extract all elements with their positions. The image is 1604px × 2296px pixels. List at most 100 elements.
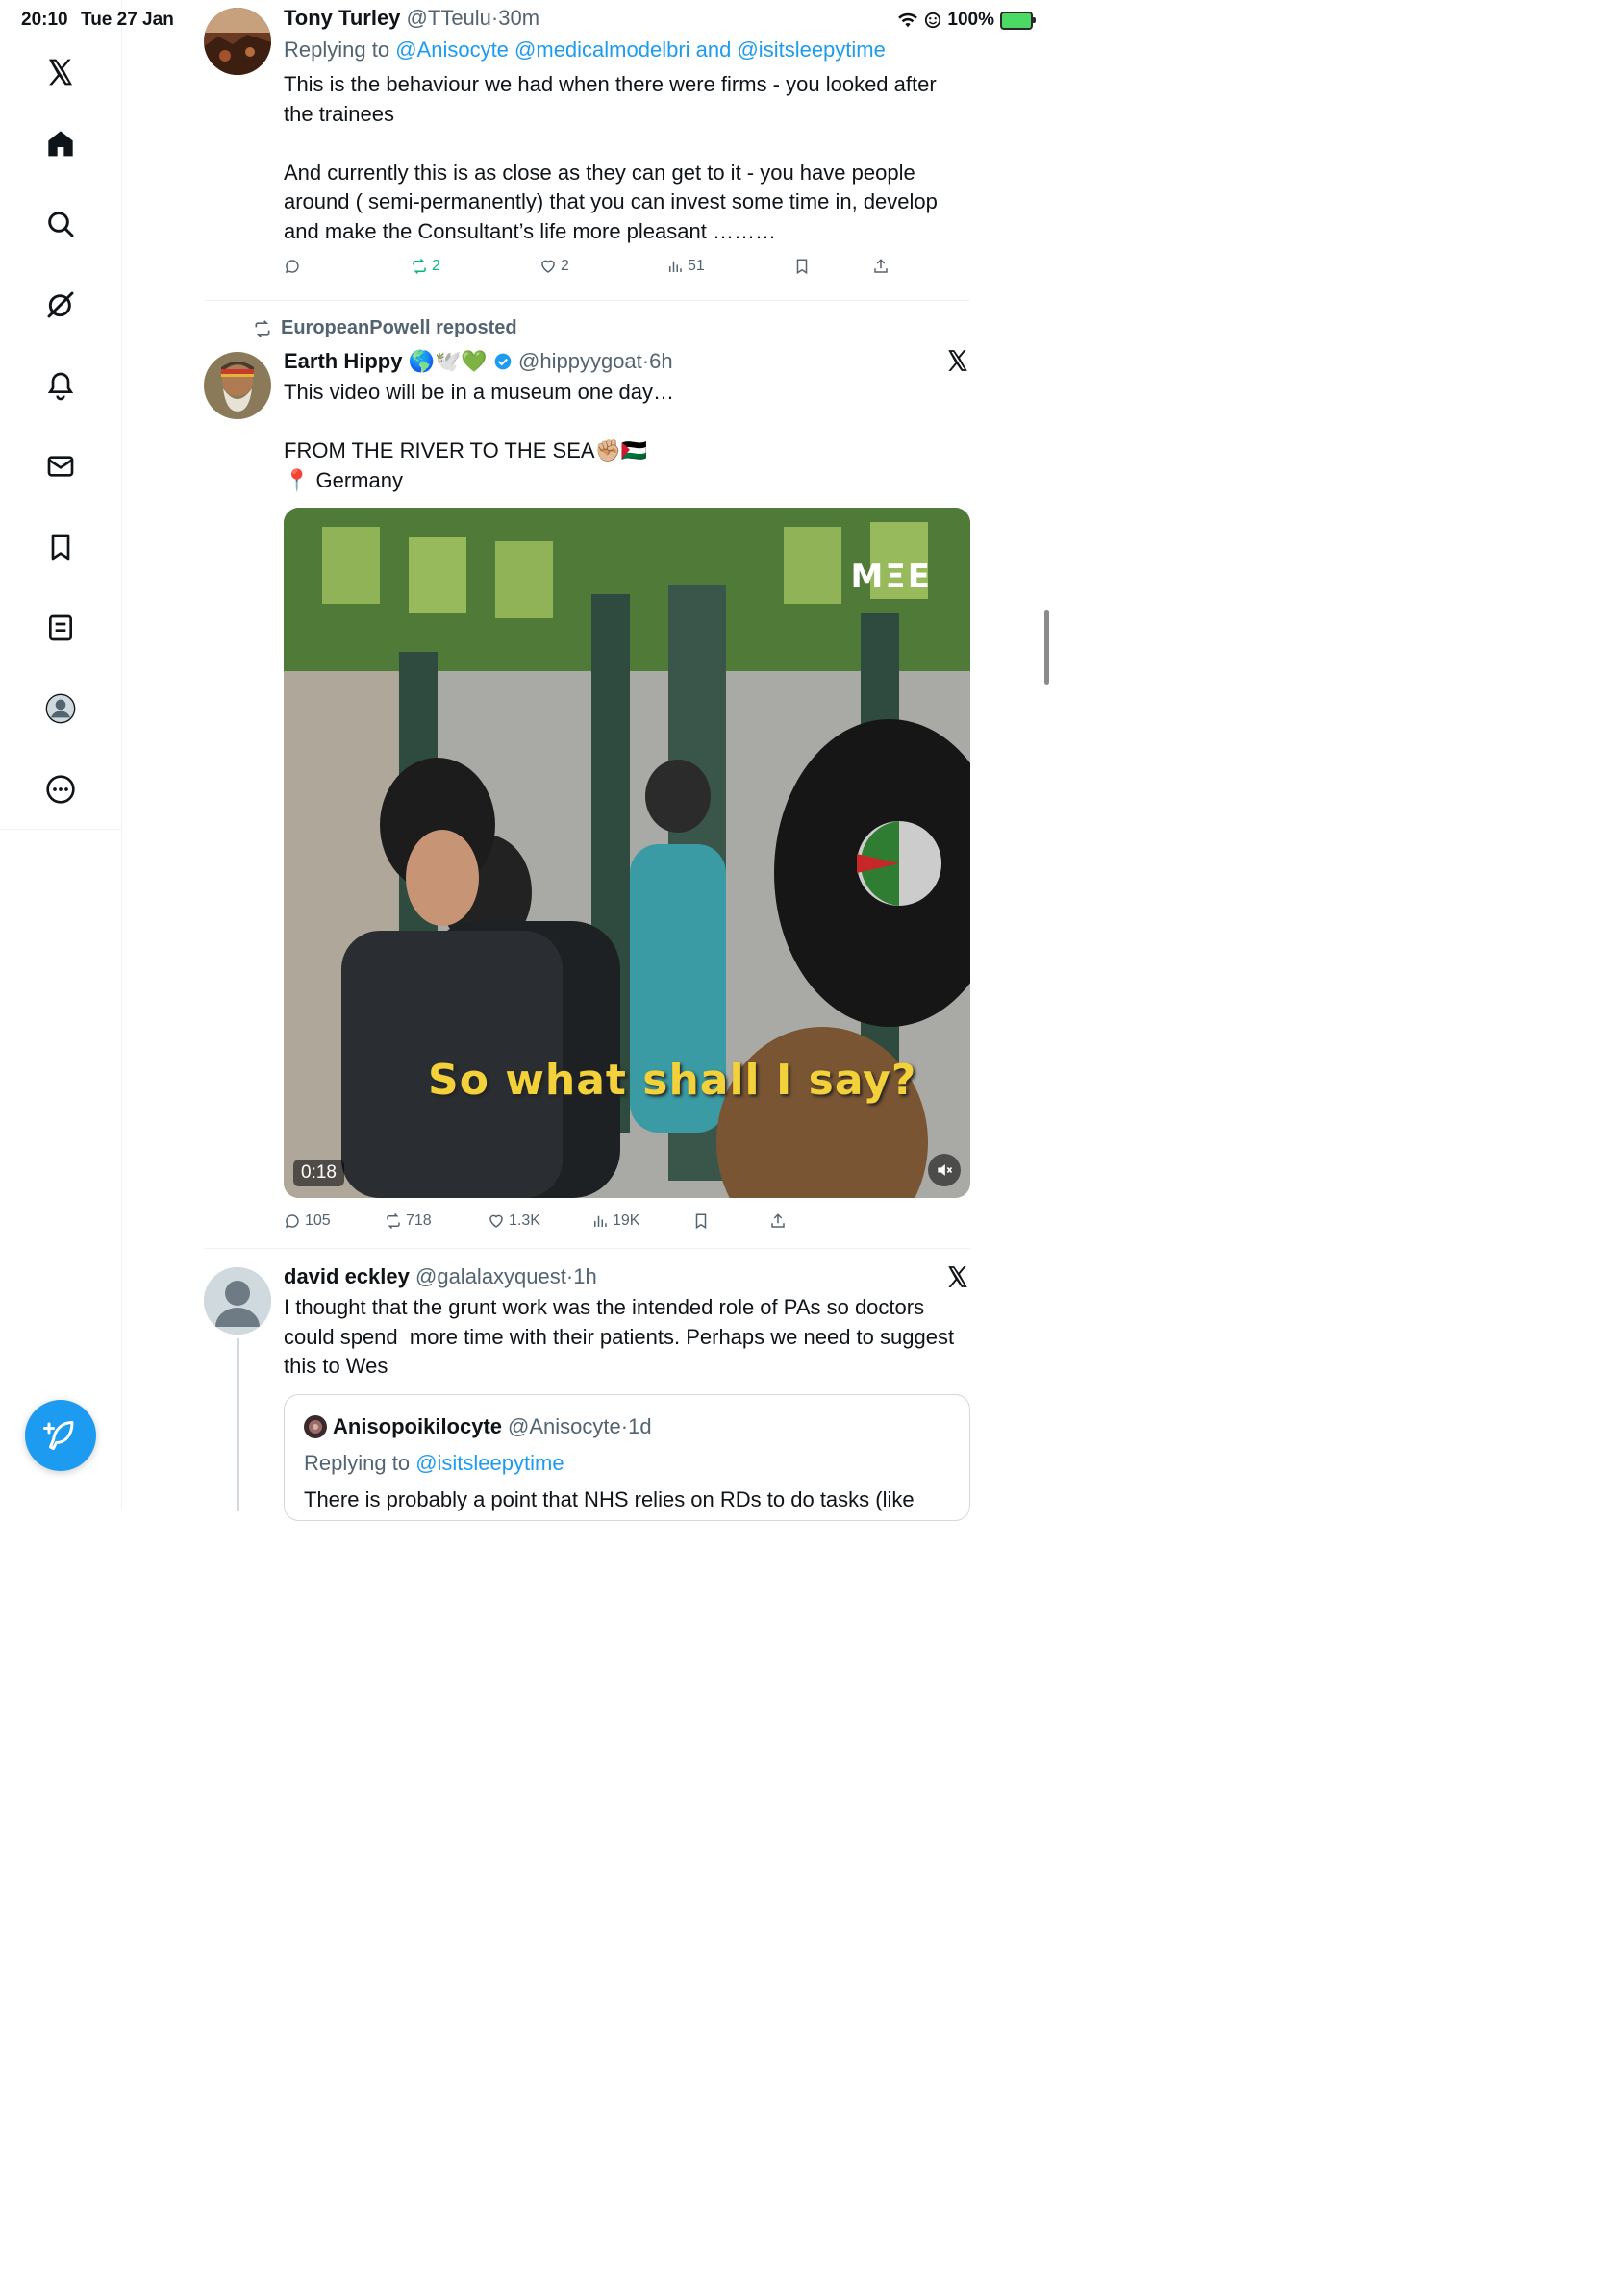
repost-icon <box>387 1212 400 1230</box>
like-count: 1.3K <box>509 1212 540 1229</box>
view-count: 19K <box>613 1212 640 1229</box>
thread-line <box>237 1338 239 1511</box>
author-handle[interactable]: @hippyygoat <box>518 349 642 373</box>
bookmark-icon <box>695 1213 707 1230</box>
reply-count: 105 <box>305 1212 331 1229</box>
reply-icon <box>285 1214 299 1229</box>
grok-icon <box>47 291 74 318</box>
tweet-content: david eckley @galalaxyquest·1h I thought… <box>284 1262 970 1382</box>
more-icon <box>46 775 75 804</box>
repost-button[interactable]: 718 <box>385 1212 432 1230</box>
sidebar-item-home[interactable] <box>42 125 79 162</box>
quoted-tweet-header: Anisopoikilocyte @Anisocyte·1d <box>304 1412 652 1441</box>
status-right: 100% <box>897 10 1036 31</box>
avatar[interactable] <box>204 352 271 419</box>
reply-prefix: Replying to <box>284 37 390 62</box>
tweet-header: david eckley @galalaxyquest·1h <box>284 1262 970 1291</box>
scrollbar[interactable] <box>1044 610 1049 685</box>
separator-dot: · <box>620 1414 629 1438</box>
profile-avatar-icon <box>45 693 76 724</box>
tweet-text: This is the behaviour we had when there … <box>284 72 938 243</box>
repost-button[interactable]: 2 <box>411 258 440 275</box>
repost-count: 2 <box>432 258 440 274</box>
share-button[interactable] <box>872 258 890 275</box>
sidebar-item-lists[interactable] <box>42 610 79 646</box>
timestamp[interactable]: 1h <box>573 1264 596 1288</box>
quoted-author-name[interactable]: Anisopoikilocyte <box>333 1412 502 1441</box>
reply-context: Replying to @Anisocyte @medicalmodelbri … <box>284 36 970 64</box>
quoted-timestamp: 1d <box>628 1414 652 1438</box>
timestamp[interactable]: 6h <box>649 349 672 373</box>
share-icon <box>874 259 888 273</box>
like-count: 2 <box>561 258 569 274</box>
views-button[interactable]: 51 <box>666 258 705 275</box>
tweet-text: I thought that the grunt work was the in… <box>284 1295 961 1378</box>
name-emojis: 🌎🕊️💚 <box>408 349 488 373</box>
heart-icon <box>541 260 555 273</box>
video-watermark: MΞE <box>850 558 932 596</box>
bookmark-icon <box>796 259 808 275</box>
sidebar-item-bookmarks[interactable] <box>42 529 79 565</box>
reply-button[interactable] <box>284 258 305 275</box>
sidebar-item-more[interactable] <box>42 771 79 808</box>
sidebar-item-notifications[interactable] <box>42 367 79 404</box>
heart-icon <box>489 1214 503 1228</box>
sidebar <box>0 0 122 1508</box>
reply-mentions[interactable]: @isitsleepytime <box>415 1451 564 1475</box>
list-icon <box>49 614 72 641</box>
share-button[interactable] <box>769 1212 787 1230</box>
bookmark-button[interactable] <box>793 258 811 275</box>
reply-prefix: Replying to <box>304 1451 411 1475</box>
envelope-icon <box>47 456 74 477</box>
sidebar-item-grok[interactable] <box>42 287 79 323</box>
compose-button[interactable] <box>25 1400 96 1471</box>
bookmark-button[interactable] <box>692 1212 710 1230</box>
like-button[interactable]: 2 <box>539 258 569 275</box>
sidebar-item-explore[interactable] <box>42 206 79 242</box>
tweet-video[interactable]: MΞE So what shall I say? 0:18 <box>284 508 970 1198</box>
quoted-reply-context: Replying to @isitsleepytime <box>304 1449 564 1478</box>
bookmark-icon <box>51 534 70 561</box>
tweet-content: Tony Turley @TTeulu·30m Replying to @Ani… <box>284 4 970 246</box>
views-chart-icon <box>669 261 682 272</box>
x-logo-icon[interactable] <box>945 348 970 373</box>
quoted-avatar[interactable] <box>304 1415 327 1438</box>
like-button[interactable]: 1.3K <box>488 1212 540 1230</box>
tweet-content: Earth Hippy 🌎🕊️💚 @hippyygoat·6h This vid… <box>284 347 970 495</box>
author-handle[interactable]: @galalaxyquest <box>415 1264 566 1288</box>
repost-icon <box>255 319 270 337</box>
mute-button[interactable] <box>928 1154 961 1186</box>
author-name[interactable]: david eckley <box>284 1264 410 1288</box>
tweet-divider <box>204 300 970 301</box>
view-count: 51 <box>688 258 705 274</box>
quoted-tweet[interactable]: Anisopoikilocyte @Anisocyte·1d Replying … <box>284 1394 970 1521</box>
video-duration: 0:18 <box>293 1160 344 1186</box>
reply-button[interactable]: 105 <box>284 1212 331 1230</box>
muted-speaker-icon <box>938 1164 953 1176</box>
video-caption: So what shall I say? <box>428 1056 917 1105</box>
status-date: Tue 27 Jan <box>81 10 174 30</box>
repost-by[interactable]: EuropeanPowell reposted <box>281 317 517 339</box>
quoted-author-handle[interactable]: @Anisocyte <box>508 1414 621 1438</box>
x-logo-icon[interactable] <box>945 1264 970 1289</box>
battery-percent: 100% <box>947 10 994 30</box>
separator-dot: · <box>641 349 650 373</box>
tweet-actions: 105 718 1.3K 19K <box>284 1212 970 1241</box>
sidebar-divider <box>0 829 121 830</box>
views-button[interactable]: 19K <box>591 1212 639 1230</box>
reply-mentions[interactable]: @Anisocyte @medicalmodelbri and @isitsle… <box>395 37 886 62</box>
avatar[interactable] <box>204 1267 271 1335</box>
repost-count: 718 <box>406 1212 432 1229</box>
x-logo-icon[interactable] <box>42 54 79 90</box>
repost-icon <box>413 258 426 275</box>
views-chart-icon <box>594 1215 607 1227</box>
verified-badge-icon <box>494 353 512 370</box>
wifi-icon <box>898 12 918 28</box>
author-name[interactable]: Earth Hippy <box>284 349 402 373</box>
tweet-header: Earth Hippy 🌎🕊️💚 @hippyygoat·6h <box>284 347 970 376</box>
tweet-actions: 2 2 51 <box>284 258 970 287</box>
sidebar-item-messages[interactable] <box>42 448 79 485</box>
sidebar-item-profile[interactable] <box>42 690 79 727</box>
quoted-tweet-text: There is probably a point that NHS relie… <box>304 1487 915 1511</box>
status-bar: 20:10 Tue 27 Jan 100% <box>0 8 1058 33</box>
